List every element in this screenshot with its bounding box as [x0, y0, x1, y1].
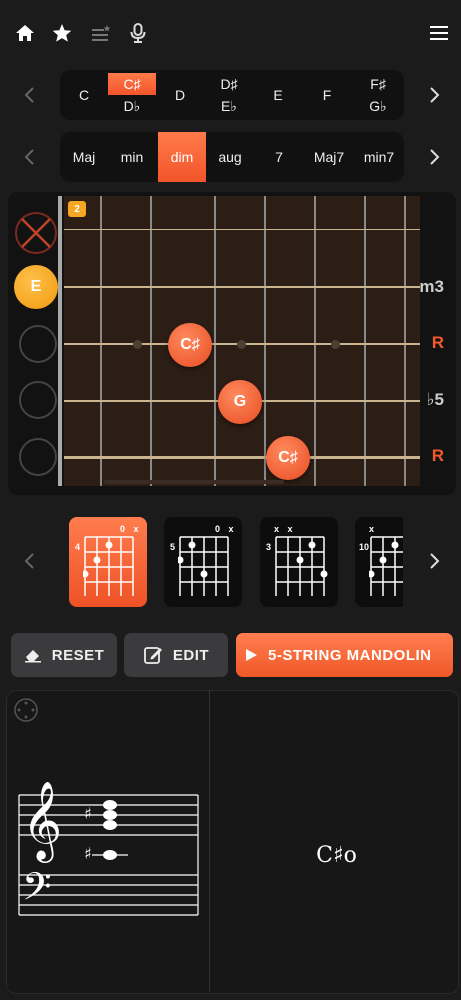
root-next-arrow-icon[interactable] [424, 85, 444, 105]
nut [58, 196, 62, 486]
root-c-sharp-label: C♯ [108, 73, 156, 95]
quality-min[interactable]: min [108, 132, 156, 182]
interval-label: ♭5 [426, 390, 444, 409]
root-e[interactable]: E [254, 70, 302, 120]
open-string-toggle[interactable] [19, 438, 57, 476]
menu-icon[interactable] [428, 22, 450, 44]
fret-line [314, 196, 316, 486]
root-d-flat-label: D♭ [123, 98, 141, 114]
chord-diagram [369, 536, 403, 596]
settings-dial-icon[interactable] [13, 697, 39, 723]
mute-string-icon[interactable] [13, 210, 59, 256]
quality-7[interactable]: 7 [255, 132, 303, 182]
quality-dim[interactable]: dim [158, 132, 206, 182]
fret-line [100, 196, 102, 486]
fretboard-scrollbar[interactable] [104, 480, 284, 484]
microphone-icon[interactable] [127, 22, 149, 44]
root-f[interactable]: F [303, 70, 351, 120]
chord-diagram [178, 536, 229, 596]
quality-prev-arrow-icon[interactable] [20, 147, 40, 167]
home-icon[interactable] [14, 22, 36, 44]
root-d[interactable]: D [156, 70, 204, 120]
variant-prev-arrow-icon[interactable] [20, 551, 40, 571]
chord-variant[interactable]: 3 x x [260, 517, 338, 607]
chord-diagram [275, 536, 328, 596]
chord-variant[interactable]: 4 0 x [69, 517, 147, 607]
chord-variant[interactable]: 10 x [355, 517, 403, 607]
root-prev-arrow-icon[interactable] [20, 85, 40, 105]
variant-next-arrow-icon[interactable] [424, 551, 444, 571]
svg-text:♯: ♯ [84, 804, 92, 823]
fret-line [150, 196, 152, 486]
open-string-toggle[interactable] [19, 325, 57, 363]
fret-line [364, 196, 366, 486]
chord-variant-clip: 10 x [355, 517, 403, 607]
eraser-icon [24, 650, 41, 663]
edit-button[interactable]: EDIT [124, 633, 228, 677]
interval-label: m3 [419, 277, 444, 296]
root-c-sharp[interactable]: C♯ D♭ [108, 70, 156, 120]
fret-inlay [133, 340, 142, 349]
quality-maj[interactable]: Maj [60, 132, 108, 182]
fretboard-note[interactable]: G [218, 380, 262, 424]
interval-label: R [431, 446, 444, 465]
top-bar [0, 0, 461, 64]
grand-staff: 𝄞 𝄢 ♯ ♯ [18, 781, 199, 918]
fret-inlay [331, 340, 340, 349]
chord-name-label: C♯o [316, 842, 357, 868]
open-string-toggle[interactable] [19, 381, 57, 419]
open-string-marker[interactable]: E [14, 265, 58, 309]
treble-clef-icon: 𝄞 [22, 781, 62, 863]
fret-line [214, 196, 216, 486]
root-selector: C C♯ D♭ D D♯ E♭ E F F♯ G♭ [60, 70, 404, 120]
bass-clef-icon: 𝄢 [22, 864, 52, 918]
chord-variant[interactable]: 5 0 x [164, 517, 242, 607]
string-line [64, 286, 420, 288]
fret-inlay [237, 340, 246, 349]
fret-line [404, 196, 406, 486]
start-fret-badge: 2 [68, 201, 86, 217]
quality-selector: Maj min dim aug 7 Maj7 min7 [60, 132, 404, 182]
string-line [64, 229, 420, 230]
fretboard-panel: E 2 C♯ G C♯ m3 R ♭5 R [8, 192, 456, 495]
fret-line [264, 196, 266, 486]
play-icon [246, 649, 257, 661]
play-instrument-button[interactable]: 5-STRING MANDOLIN [236, 633, 453, 677]
interval-label: R [431, 333, 444, 352]
star-icon[interactable] [51, 22, 73, 44]
svg-text:♯: ♯ [84, 844, 92, 863]
playlist-add-icon[interactable] [90, 22, 112, 44]
quality-min7[interactable]: min7 [354, 132, 404, 182]
quality-next-arrow-icon[interactable] [424, 147, 444, 167]
fretboard-note[interactable]: C♯ [168, 323, 212, 367]
panel-divider [209, 690, 210, 992]
chord-notes: ♯ ♯ [84, 800, 117, 863]
root-c[interactable]: C [60, 70, 108, 120]
root-d-sharp[interactable]: D♯ E♭ [205, 70, 253, 120]
chord-diagram [83, 536, 134, 596]
edit-icon [144, 647, 162, 664]
quality-maj7[interactable]: Maj7 [304, 132, 354, 182]
fretboard[interactable]: 2 C♯ G C♯ [58, 196, 420, 486]
root-f-sharp[interactable]: F♯ G♭ [352, 70, 404, 120]
string-line [64, 456, 420, 459]
reset-button[interactable]: RESET [11, 633, 117, 677]
fretboard-note[interactable]: C♯ [266, 436, 310, 480]
quality-aug[interactable]: aug [206, 132, 254, 182]
